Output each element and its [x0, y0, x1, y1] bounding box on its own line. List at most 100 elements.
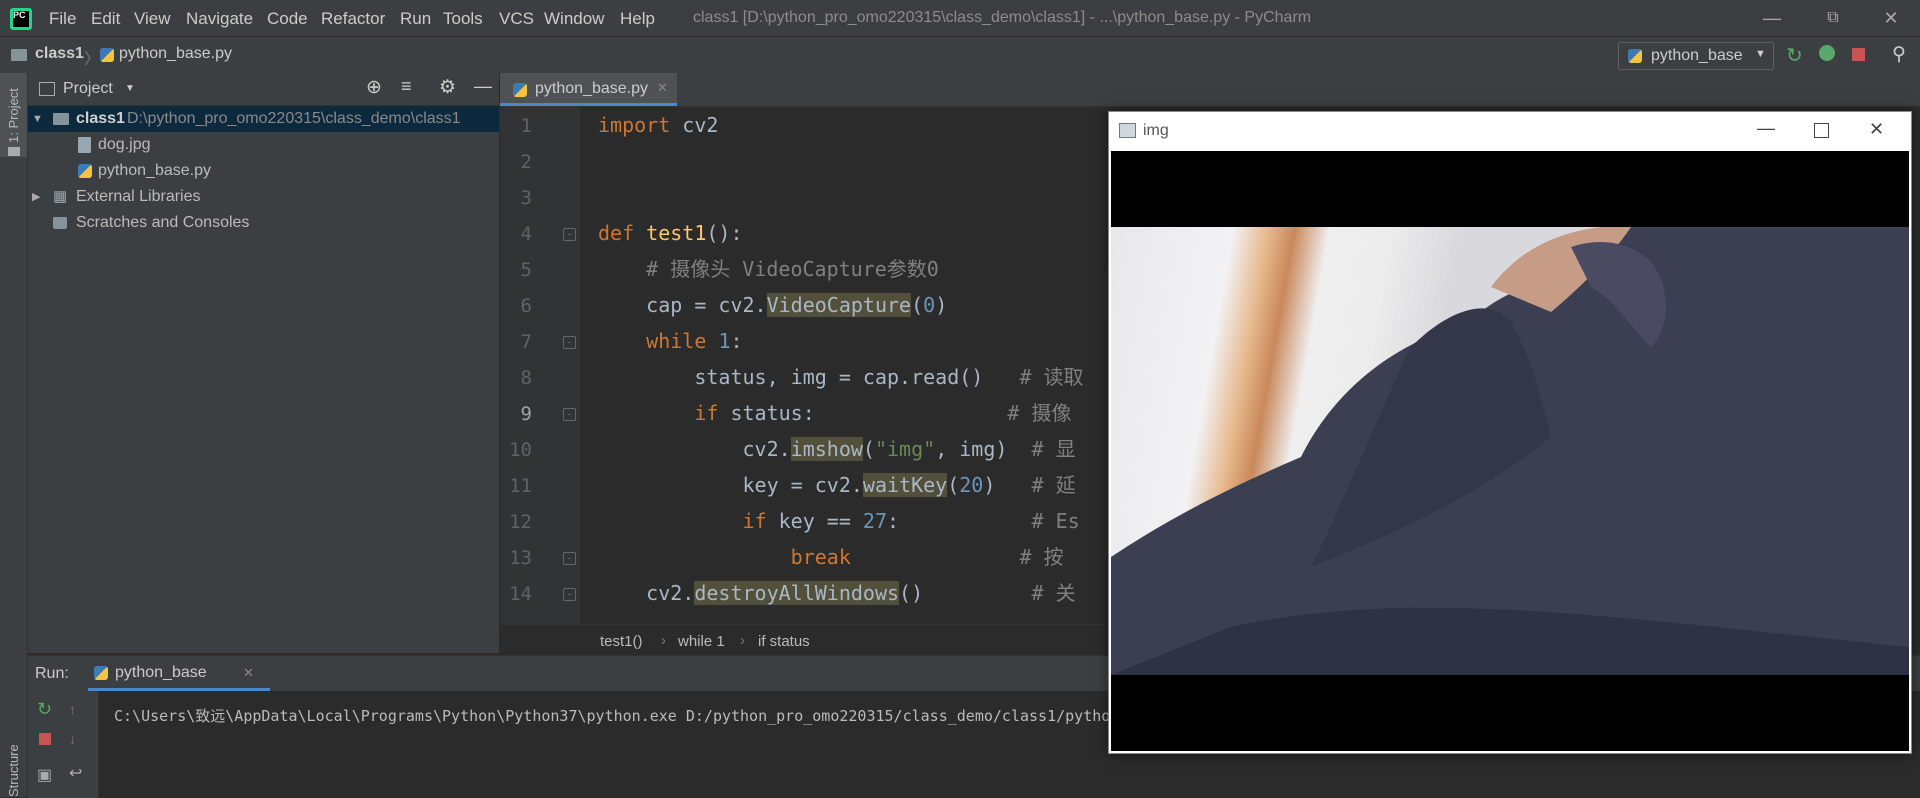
- window-app-icon: [1119, 123, 1136, 138]
- python-config-icon: [94, 666, 108, 680]
- run-toolbar: ↻ ↑ ↓ ▣ ↩: [28, 691, 99, 798]
- breadcrumb-file[interactable]: python_base.py: [119, 45, 232, 63]
- arrow-down-icon[interactable]: ↓: [69, 731, 76, 747]
- search-icon[interactable]: ⚲: [1892, 43, 1906, 66]
- left-tool-strip: 1: Project Structure: [0, 73, 28, 797]
- close-tab-icon[interactable]: ✕: [243, 665, 254, 681]
- code-line-13: break # 按: [790, 545, 1064, 569]
- debug-icon[interactable]: [1819, 45, 1835, 61]
- breadcrumb-if[interactable]: if status: [758, 633, 810, 650]
- soft-wrap-icon[interactable]: ↩: [69, 763, 82, 783]
- run-output: C:\Users\致远\AppData\Local\Programs\Pytho…: [114, 707, 1111, 725]
- menu-help[interactable]: Help: [620, 9, 655, 29]
- close-icon[interactable]: ✕: [1869, 119, 1884, 140]
- line-number: 8: [520, 367, 532, 389]
- locate-icon[interactable]: ⊕: [366, 76, 382, 99]
- line-number-current: 9: [520, 403, 532, 425]
- library-icon: ▦: [53, 188, 68, 205]
- project-panel: Project ▼ ⊕ ≡ ⚙ — ▼ class1 D:\python_pro…: [28, 73, 499, 653]
- code-line-9: if status: # 摄像: [694, 401, 1072, 425]
- tab-python-base[interactable]: python_base.py ✕: [500, 73, 677, 106]
- close-icon[interactable]: ✕: [1879, 6, 1903, 30]
- title-bar: PC File Edit View Navigate Code Refactor…: [0, 0, 1920, 36]
- run-tab-label: python_base: [115, 664, 207, 681]
- minimize-icon[interactable]: —: [1757, 118, 1775, 139]
- tree-item-external-libraries[interactable]: ▶ ▦ External Libraries: [28, 184, 499, 210]
- code-line-7: while 1:: [646, 329, 743, 353]
- code-line-8: status, img = cap.read() # 读取: [694, 365, 1084, 389]
- breadcrumb-while[interactable]: while 1: [678, 633, 725, 650]
- fold-icon[interactable]: -: [563, 552, 576, 565]
- menu-refactor[interactable]: Refactor: [321, 9, 385, 29]
- stop-icon[interactable]: [1852, 48, 1865, 61]
- code-line-4: def test1():: [598, 221, 743, 245]
- fold-icon[interactable]: -: [563, 336, 576, 349]
- code-editor[interactable]: import cv2 def test1(): # 摄像头 VideoCaptu…: [580, 107, 1110, 624]
- menu-tools[interactable]: Tools: [443, 9, 483, 29]
- window-title: class1 [D:\python_pro_omo220315\class_de…: [693, 9, 1312, 26]
- folder-icon: [53, 113, 69, 125]
- structure-tool-label[interactable]: Structure: [6, 744, 21, 797]
- code-line-12: if key == 27: # Es: [742, 509, 1080, 533]
- run-configuration-select[interactable]: python_base ▼: [1618, 42, 1774, 70]
- project-tool-label[interactable]: 1: Project: [6, 88, 21, 143]
- tree-item-python-base[interactable]: python_base.py: [28, 158, 499, 184]
- tab-label: python_base.py: [535, 80, 648, 97]
- menu-file[interactable]: File: [49, 9, 76, 29]
- menu-code[interactable]: Code: [267, 9, 308, 29]
- expand-arrow-icon[interactable]: ▶: [32, 184, 40, 210]
- breadcrumb-function[interactable]: test1(): [600, 633, 643, 650]
- scratches-label: Scratches and Consoles: [76, 214, 250, 231]
- rerun-icon[interactable]: ↻: [37, 699, 52, 720]
- img-window-title: img: [1143, 122, 1169, 139]
- gear-icon[interactable]: ⚙: [439, 76, 456, 99]
- tree-item-root[interactable]: ▼ class1 D:\python_pro_omo220315\class_d…: [28, 106, 499, 132]
- project-view-label[interactable]: Project: [63, 80, 113, 98]
- line-number: 4: [520, 223, 532, 245]
- maximize-icon[interactable]: [1814, 123, 1829, 138]
- code-line-11: key = cv2.waitKey(20) # 延: [742, 473, 1076, 497]
- close-tab-icon[interactable]: ✕: [657, 80, 668, 96]
- rerun-icon[interactable]: ↻: [1786, 43, 1803, 68]
- python-file-icon: [78, 164, 92, 178]
- menu-vcs[interactable]: VCS: [499, 9, 534, 29]
- menu-run[interactable]: Run: [400, 9, 431, 29]
- camera-view: [1111, 151, 1909, 751]
- webcam-person-graphic: [1111, 227, 1909, 675]
- run-label: Run:: [35, 665, 69, 682]
- tree-item-dog-jpg[interactable]: dog.jpg: [28, 132, 499, 158]
- breadcrumb-project[interactable]: class1: [35, 45, 84, 63]
- img-window[interactable]: img — ✕: [1108, 111, 1912, 754]
- external-libraries-label: External Libraries: [76, 188, 201, 205]
- project-view-icon: [39, 82, 55, 96]
- stop-icon[interactable]: [39, 733, 51, 745]
- layout-icon[interactable]: ▣: [37, 765, 52, 785]
- fold-icon[interactable]: -: [563, 588, 576, 601]
- chevron-down-icon[interactable]: ▼: [125, 83, 135, 94]
- scratches-icon: [53, 217, 67, 229]
- img-window-titlebar[interactable]: img — ✕: [1109, 112, 1911, 151]
- menu-navigate[interactable]: Navigate: [186, 9, 253, 29]
- arrow-up-icon[interactable]: ↑: [69, 701, 76, 717]
- editor-tab-bar: python_base.py ✕: [500, 73, 1920, 107]
- expand-arrow-icon[interactable]: ▼: [32, 106, 43, 132]
- menu-view[interactable]: View: [134, 9, 171, 29]
- menu-window[interactable]: Window: [544, 9, 604, 29]
- restore-icon[interactable]: ⧉: [1821, 6, 1845, 30]
- line-number: 7: [520, 331, 532, 353]
- run-tab[interactable]: python_base ✕: [88, 656, 270, 691]
- minimize-icon[interactable]: —: [1760, 6, 1784, 30]
- pycharm-logo-icon[interactable]: PC: [10, 8, 32, 30]
- collapse-all-icon[interactable]: ≡: [401, 76, 412, 97]
- menu-edit[interactable]: Edit: [91, 9, 120, 29]
- fold-icon[interactable]: -: [563, 408, 576, 421]
- code-breadcrumbs: test1() › while 1 › if status: [500, 624, 1110, 657]
- fold-icon[interactable]: -: [563, 228, 576, 241]
- line-number: 13: [509, 547, 532, 569]
- line-number-gutter: 1 2 3 4 5 6 7 8 9 10 11 12 13 14 - - - -…: [500, 107, 580, 624]
- python-file-icon: [100, 48, 114, 62]
- tree-item-scratches[interactable]: Scratches and Consoles: [28, 210, 499, 236]
- hide-icon[interactable]: —: [474, 76, 492, 97]
- python-file-icon: [513, 83, 527, 97]
- code-line-6: cap = cv2.VideoCapture(0): [646, 293, 948, 317]
